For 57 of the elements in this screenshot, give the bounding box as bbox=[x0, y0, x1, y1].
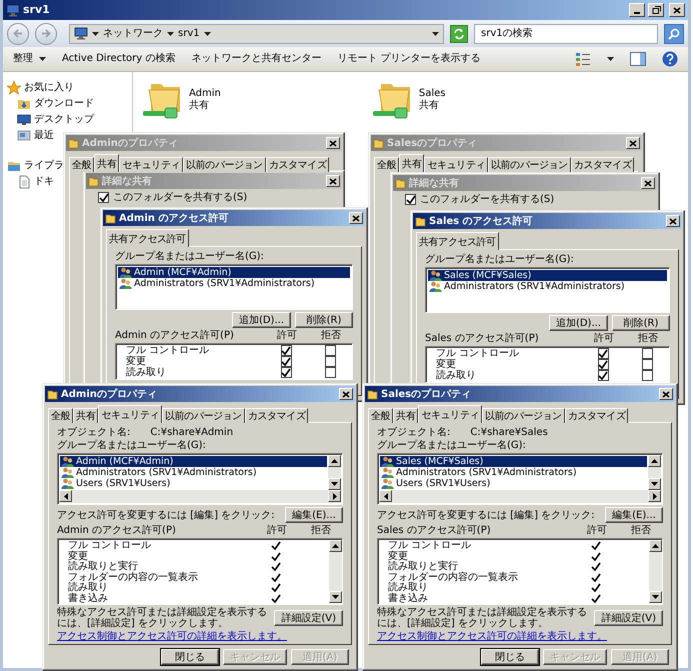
hint-text: 特殊なアクセス許可または詳細設定を表示するには、[詳細設定] をクリックします。 bbox=[377, 607, 588, 629]
permission-name: 変更 bbox=[388, 550, 408, 562]
folder-name: Sales bbox=[418, 88, 446, 100]
object-name: C:¥share¥Sales bbox=[470, 427, 548, 438]
field-label: グループ名またはユーザー名(G): bbox=[377, 440, 527, 451]
window-title: Sales のアクセス許可 bbox=[429, 216, 534, 226]
window-title: Admin のアクセス許可 bbox=[119, 212, 230, 224]
permission-name: 読み取り bbox=[68, 582, 109, 593]
permission-label: Sales のアクセス許可(P) bbox=[377, 525, 492, 536]
column-header: 拒否 bbox=[311, 525, 331, 536]
permission-name: 読み取り bbox=[126, 367, 167, 378]
permission-name: 変更 bbox=[126, 356, 147, 367]
folder-type: 共有 bbox=[418, 100, 440, 112]
checkbox-label: このフォルダーを共有する(S) bbox=[420, 194, 554, 205]
column-header: 許可 bbox=[594, 333, 614, 344]
folder-type: 共有 bbox=[189, 100, 210, 112]
permission-name: フル コントロール bbox=[68, 540, 152, 551]
permission-label: Admin のアクセス許可(P) bbox=[57, 525, 177, 536]
field-label: グループ名またはユーザー名(G): bbox=[57, 440, 207, 451]
permission-name: 書き込み bbox=[68, 592, 109, 604]
window-title: Adminのプロパティ bbox=[61, 388, 158, 400]
permission-name: 読み取りと実行 bbox=[388, 561, 458, 572]
permission-name: フル コントロール bbox=[436, 348, 520, 359]
permission-name: 書き込み bbox=[388, 592, 429, 604]
window-title: 詳細な共有 bbox=[409, 178, 460, 188]
permission-name: フォルダーの内容の一覧表示 bbox=[68, 572, 199, 582]
column-header: 拒否 bbox=[631, 525, 651, 536]
column-header: 許可 bbox=[267, 525, 287, 536]
window-title: 詳細な共有 bbox=[102, 176, 153, 186]
permission-name: 読み取りと実行 bbox=[68, 561, 138, 572]
window-title: Salesのプロパティ bbox=[381, 388, 472, 400]
folder-name: Admin bbox=[189, 88, 221, 100]
permission-name: 変更 bbox=[436, 359, 457, 370]
field-label: オブジェクト名: bbox=[377, 427, 450, 438]
column-header: 許可 bbox=[277, 330, 297, 341]
hint-text: アクセス許可を変更するには [編集] をクリック: bbox=[57, 510, 275, 520]
window-title: Salesのプロパティ bbox=[387, 138, 478, 148]
field-label: グループ名またはユーザー名(G): bbox=[115, 251, 265, 262]
column-header: 許可 bbox=[587, 525, 607, 536]
checkbox-label: このフォルダーを共有する(S) bbox=[113, 192, 248, 203]
permission-name: フル コントロール bbox=[126, 345, 210, 356]
permission-name: フォルダーの内容の一覧表示 bbox=[388, 572, 519, 582]
window-title: srv1 bbox=[23, 4, 50, 16]
permission-name: 読み取り bbox=[388, 582, 429, 593]
permission-label: Sales のアクセス許可(P) bbox=[425, 333, 540, 344]
permission-name: 読み取り bbox=[436, 370, 477, 381]
window-title: Adminのプロパティ bbox=[82, 138, 179, 148]
hint-text: 特殊なアクセス許可または詳細設定を表示するには、[詳細設定] をクリックします。 bbox=[57, 607, 268, 629]
object-name: C:¥share¥Admin bbox=[150, 427, 234, 438]
field-label: オブジェクト名: bbox=[57, 427, 130, 438]
column-header: 拒否 bbox=[638, 333, 658, 344]
field-label: グループ名またはユーザー名(G): bbox=[425, 254, 575, 265]
column-header: 拒否 bbox=[321, 330, 341, 341]
hint-text: アクセス許可を変更するには [編集] をクリック: bbox=[377, 510, 595, 520]
permission-name: フル コントロール bbox=[388, 540, 472, 551]
permission-label: Admin のアクセス許可(P) bbox=[115, 330, 235, 341]
permission-name: 変更 bbox=[68, 550, 88, 562]
